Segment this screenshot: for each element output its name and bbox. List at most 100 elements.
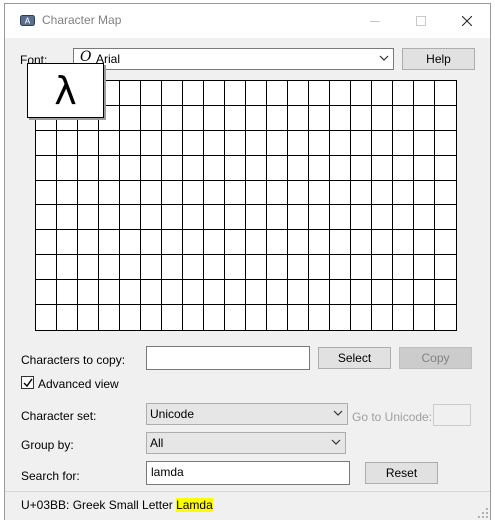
character-cell[interactable] (393, 105, 414, 131)
character-cell[interactable] (393, 180, 414, 206)
character-cell[interactable] (414, 280, 435, 306)
character-cell[interactable] (120, 205, 141, 231)
character-cell[interactable] (309, 205, 330, 231)
character-cell[interactable] (36, 130, 57, 156)
font-dropdown[interactable]: O Arial (73, 48, 394, 70)
character-cell[interactable] (78, 230, 99, 256)
character-cell[interactable] (246, 205, 267, 231)
character-cell[interactable] (330, 180, 351, 206)
character-cell[interactable] (162, 155, 183, 181)
character-cell[interactable] (288, 230, 309, 256)
character-cell[interactable] (78, 180, 99, 206)
character-cell[interactable] (393, 130, 414, 156)
character-cell[interactable] (246, 280, 267, 306)
character-cell[interactable] (393, 81, 414, 106)
character-cell[interactable] (414, 305, 435, 330)
character-cell[interactable] (351, 230, 372, 256)
character-cell[interactable] (330, 280, 351, 306)
character-cell[interactable] (246, 180, 267, 206)
character-cell[interactable] (372, 255, 393, 281)
character-cell[interactable] (351, 155, 372, 181)
character-cell[interactable] (183, 155, 204, 181)
character-cell[interactable] (267, 155, 288, 181)
character-cell[interactable] (57, 130, 78, 156)
character-cell[interactable] (99, 255, 120, 281)
character-cell[interactable] (435, 156, 456, 181)
character-cell[interactable] (225, 205, 246, 231)
character-cell[interactable] (288, 81, 309, 106)
character-cell[interactable] (141, 105, 162, 131)
character-cell[interactable] (141, 81, 162, 106)
advanced-view-checkbox[interactable] (21, 376, 34, 389)
character-cell[interactable] (225, 81, 246, 106)
character-cell[interactable] (36, 230, 57, 256)
character-cell[interactable] (372, 280, 393, 306)
character-cell[interactable] (414, 105, 435, 131)
character-cell[interactable] (435, 181, 456, 206)
character-cell[interactable] (141, 155, 162, 181)
character-cell[interactable] (204, 130, 225, 156)
character-cell[interactable] (372, 205, 393, 231)
copy-button[interactable]: Copy (399, 347, 472, 369)
character-cell[interactable] (309, 180, 330, 206)
character-cell[interactable] (246, 230, 267, 256)
character-cell[interactable] (99, 305, 120, 330)
character-cell[interactable] (267, 180, 288, 206)
character-cell[interactable] (351, 255, 372, 281)
reset-button[interactable]: Reset (365, 462, 438, 484)
character-cell[interactable] (36, 280, 57, 306)
character-cell[interactable] (141, 305, 162, 330)
character-cell[interactable] (414, 180, 435, 206)
character-cell[interactable] (99, 205, 120, 231)
character-cell[interactable] (57, 155, 78, 181)
select-button[interactable]: Select (318, 347, 391, 369)
character-cell[interactable] (246, 155, 267, 181)
character-cell[interactable] (57, 205, 78, 231)
character-cell[interactable] (36, 305, 57, 330)
character-cell[interactable] (351, 205, 372, 231)
character-cell[interactable] (414, 130, 435, 156)
character-cell[interactable] (225, 180, 246, 206)
character-cell[interactable] (183, 180, 204, 206)
character-cell[interactable] (36, 180, 57, 206)
character-cell[interactable] (120, 180, 141, 206)
character-cell[interactable] (393, 155, 414, 181)
character-cell[interactable] (372, 155, 393, 181)
character-cell[interactable] (309, 155, 330, 181)
character-cell[interactable] (288, 180, 309, 206)
character-cell[interactable] (57, 230, 78, 256)
character-cell[interactable] (288, 280, 309, 306)
character-cell[interactable] (162, 105, 183, 131)
character-cell[interactable] (435, 131, 456, 156)
character-cell[interactable] (288, 305, 309, 330)
character-cell[interactable] (204, 305, 225, 330)
character-cell[interactable] (267, 130, 288, 156)
character-cell[interactable] (204, 255, 225, 281)
character-cell[interactable] (309, 305, 330, 330)
character-cell[interactable] (267, 280, 288, 306)
character-cell[interactable] (141, 280, 162, 306)
character-cell[interactable] (435, 305, 456, 330)
character-cell[interactable] (351, 305, 372, 330)
character-cell[interactable] (393, 230, 414, 256)
character-cell[interactable] (225, 255, 246, 281)
character-cell[interactable] (267, 305, 288, 330)
group-by-dropdown[interactable]: All (146, 432, 346, 454)
character-cell[interactable] (99, 180, 120, 206)
character-cell[interactable] (414, 255, 435, 281)
character-cell[interactable] (414, 81, 435, 106)
character-cell[interactable] (120, 305, 141, 330)
character-cell[interactable] (309, 105, 330, 131)
character-cell[interactable] (351, 105, 372, 131)
go-to-unicode-input[interactable] (433, 404, 471, 426)
character-cell[interactable] (330, 155, 351, 181)
character-cell[interactable] (330, 305, 351, 330)
character-cell[interactable] (435, 81, 456, 106)
character-cell[interactable] (246, 105, 267, 131)
character-cell[interactable] (225, 105, 246, 131)
character-cell[interactable] (120, 130, 141, 156)
character-cell[interactable] (414, 230, 435, 256)
character-cell[interactable] (78, 305, 99, 330)
character-cell[interactable] (246, 305, 267, 330)
character-cell[interactable] (393, 280, 414, 306)
